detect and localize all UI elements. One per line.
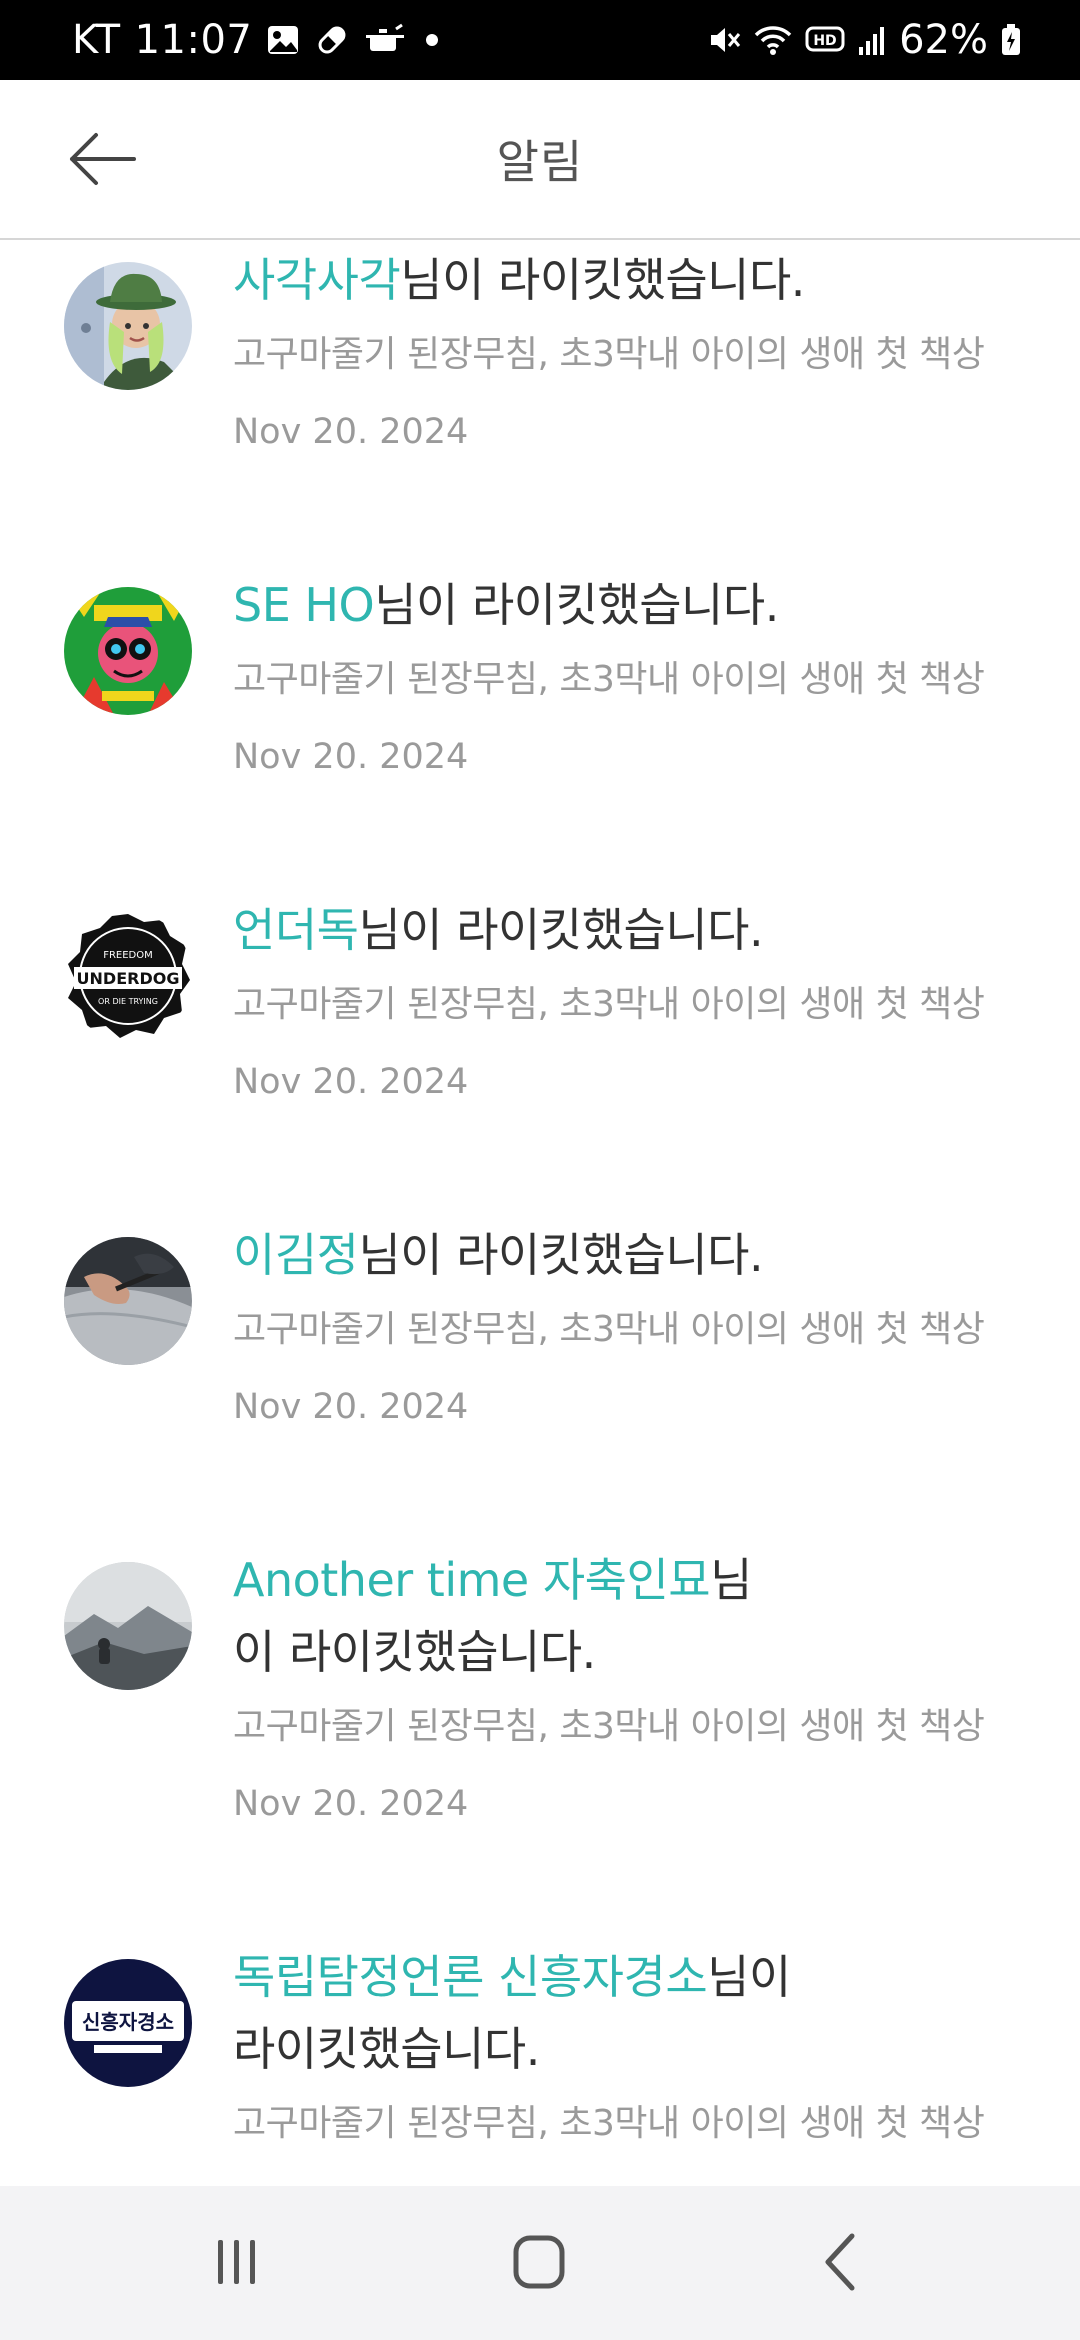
post-title[interactable]: 고구마줄기 된장무침, 초3막내 아이의 생애 첫 책상 bbox=[233, 2085, 985, 2163]
notification-text: 독립탐정언론 신흥자경소님이 라이킷했습니다. 고구마줄기 된장무침, 초3막내… bbox=[233, 1941, 985, 2163]
badge-middle-text: UNDERDOG bbox=[77, 969, 180, 988]
notification-headline: 사각사각님이 라이킷했습니다. bbox=[233, 244, 1033, 316]
notification-headline: SE HO님이 라이킷했습니다. bbox=[233, 569, 1033, 641]
hd-voice-icon: HD bbox=[805, 23, 845, 57]
carrier-label: KT bbox=[72, 17, 121, 63]
page-title: 알림 bbox=[496, 135, 584, 189]
post-title[interactable]: 고구마줄기 된장무침, 초3막내 아이의 생애 첫 책상 bbox=[233, 966, 1033, 1044]
action-text: 님이 라이킷했습니다. bbox=[358, 903, 764, 957]
username-link[interactable]: Another time 자축인묘 bbox=[233, 1553, 711, 1607]
user-avatar[interactable] bbox=[64, 587, 192, 715]
notification-text: Another time 자축인묘님이 라이킷했습니다. 고구마줄기 된장무침,… bbox=[233, 1544, 985, 1842]
status-left: KT 11:07 bbox=[72, 0, 444, 80]
username-link[interactable]: SE HO bbox=[233, 578, 375, 632]
recents-button[interactable] bbox=[181, 2216, 291, 2308]
pill-icon bbox=[314, 22, 350, 58]
badge-bottom-text: OR DIE TRYING bbox=[98, 997, 158, 1006]
clock: 11:07 bbox=[134, 17, 253, 63]
notification-headline: 독립탐정언론 신흥자경소님이 라이킷했습니다. bbox=[233, 1941, 813, 2085]
notification-date: Nov 20. 2024 bbox=[233, 1387, 469, 1427]
post-title[interactable]: 고구마줄기 된장무침, 초3막내 아이의 생애 첫 책상 bbox=[233, 641, 1033, 719]
recents-icon bbox=[218, 2240, 255, 2284]
back-chevron-icon bbox=[825, 2233, 855, 2291]
back-button[interactable] bbox=[58, 123, 146, 195]
username-link[interactable]: 언더독 bbox=[233, 903, 359, 957]
notification-date: Nov 20. 2024 bbox=[233, 1784, 469, 1824]
mute-icon bbox=[707, 23, 741, 57]
post-title[interactable]: 고구마줄기 된장무침, 초3막내 아이의 생애 첫 책상 bbox=[233, 316, 1033, 394]
battery-icon bbox=[1000, 23, 1022, 57]
user-avatar[interactable]: FREEDOM UNDERDOG OR DIE TRYING bbox=[64, 912, 192, 1040]
battery-percent: 62% bbox=[899, 17, 988, 63]
status-right: HD 62% bbox=[707, 0, 1022, 80]
notification-item[interactable]: 사각사각님이 라이킷했습니다. 고구마줄기 된장무침, 초3막내 아이의 생애 … bbox=[0, 244, 1080, 544]
arrow-left-icon bbox=[70, 133, 136, 185]
username-link[interactable]: 사각사각 bbox=[233, 253, 401, 307]
svg-text:HD: HD bbox=[813, 33, 836, 49]
notification-item[interactable]: Another time 자축인묘님이 라이킷했습니다. 고구마줄기 된장무침,… bbox=[0, 1544, 1080, 1916]
user-avatar[interactable] bbox=[64, 1562, 192, 1690]
badge-top-text: FREEDOM bbox=[103, 950, 153, 961]
notification-headline: 이김정님이 라이킷했습니다. bbox=[233, 1219, 1033, 1291]
home-icon bbox=[513, 2235, 565, 2289]
status-bar: KT 11:07 HD 62% bbox=[0, 0, 1080, 80]
sign-text: 신흥자경소 bbox=[82, 2010, 174, 2034]
wifi-icon bbox=[753, 23, 793, 57]
system-back-button[interactable] bbox=[787, 2216, 897, 2308]
notification-item[interactable]: 이김정님이 라이킷했습니다. 고구마줄기 된장무침, 초3막내 아이의 생애 첫… bbox=[0, 1219, 1080, 1519]
action-text: 님이 라이킷했습니다. bbox=[374, 578, 779, 632]
notification-date: Nov 20. 2024 bbox=[233, 1062, 469, 1102]
notification-headline: Another time 자축인묘님이 라이킷했습니다. bbox=[233, 1544, 793, 1688]
pot-icon bbox=[364, 23, 406, 57]
post-title[interactable]: 고구마줄기 된장무침, 초3막내 아이의 생애 첫 책상 bbox=[233, 1291, 1033, 1369]
notification-item[interactable]: FREEDOM UNDERDOG OR DIE TRYING 언더독님이 라이킷… bbox=[0, 894, 1080, 1194]
user-avatar[interactable] bbox=[64, 1237, 192, 1365]
action-text: 님이 라이킷했습니다. bbox=[400, 253, 805, 307]
signal-icon bbox=[857, 23, 887, 57]
notification-text: 이김정님이 라이킷했습니다. 고구마줄기 된장무침, 초3막내 아이의 생애 첫… bbox=[233, 1219, 1033, 1445]
notification-date: Nov 20. 2024 bbox=[233, 737, 469, 777]
notification-item[interactable]: 신흥자경소 독립탐정언론 신흥자경소님이 라이킷했습니다. 고구마줄기 된장무침… bbox=[0, 1941, 1080, 2186]
notification-text: 언더독님이 라이킷했습니다. 고구마줄기 된장무침, 초3막내 아이의 생애 첫… bbox=[233, 894, 1033, 1120]
notification-item[interactable]: SE HO님이 라이킷했습니다. 고구마줄기 된장무침, 초3막내 아이의 생애… bbox=[0, 569, 1080, 869]
user-avatar[interactable] bbox=[64, 262, 192, 390]
username-link[interactable]: 독립탐정언론 신흥자경소 bbox=[233, 1950, 708, 2004]
system-nav-bar bbox=[0, 2186, 1080, 2340]
notification-text: SE HO님이 라이킷했습니다. 고구마줄기 된장무침, 초3막내 아이의 생애… bbox=[233, 569, 1033, 795]
action-text: 님이 라이킷했습니다. bbox=[358, 1228, 764, 1282]
notification-list[interactable]: 사각사각님이 라이킷했습니다. 고구마줄기 된장무침, 초3막내 아이의 생애 … bbox=[0, 240, 1080, 2186]
notification-text: 사각사각님이 라이킷했습니다. 고구마줄기 된장무침, 초3막내 아이의 생애 … bbox=[233, 244, 1033, 470]
post-title[interactable]: 고구마줄기 된장무침, 초3막내 아이의 생애 첫 책상 bbox=[233, 1688, 985, 1766]
notification-headline: 언더독님이 라이킷했습니다. bbox=[233, 894, 1033, 966]
home-button[interactable] bbox=[483, 2216, 593, 2308]
gallery-icon bbox=[266, 23, 300, 57]
username-link[interactable]: 이김정 bbox=[233, 1228, 359, 1282]
user-avatar[interactable]: 신흥자경소 bbox=[64, 1959, 192, 2087]
dot-icon bbox=[420, 28, 444, 52]
notification-date: Nov 20. 2024 bbox=[233, 412, 469, 452]
app-bar: 알림 bbox=[0, 80, 1080, 240]
